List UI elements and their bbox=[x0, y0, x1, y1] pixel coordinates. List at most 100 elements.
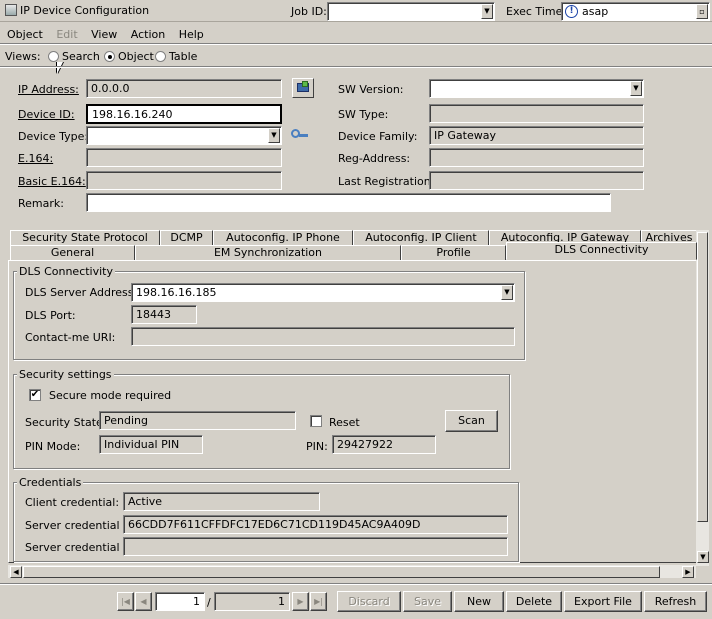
network-device-icon-badge bbox=[302, 81, 308, 87]
device-family-label: Device Family: bbox=[338, 130, 418, 143]
job-id-label: Job ID: bbox=[291, 5, 327, 18]
view-table-label: Table bbox=[169, 50, 198, 63]
exec-time-value: asap bbox=[582, 5, 609, 18]
device-family-field[interactable]: IP Gateway bbox=[429, 126, 644, 145]
device-id-field[interactable]: 198.16.16.240 bbox=[86, 104, 282, 124]
footer-divider bbox=[0, 583, 712, 585]
tab-general[interactable]: General bbox=[10, 245, 135, 261]
views-divider bbox=[0, 66, 712, 68]
scroll-down-icon[interactable]: ▼ bbox=[697, 551, 709, 563]
next-page-icon[interactable]: ▶ bbox=[292, 592, 309, 611]
chevron-down-icon[interactable]: ▼ bbox=[630, 81, 642, 96]
device-type-label: Device Type: bbox=[18, 130, 89, 143]
job-id-combo[interactable]: ▼ bbox=[327, 2, 495, 21]
discard-button[interactable]: Discard bbox=[337, 591, 401, 612]
basic-e164-label: Basic E.164: bbox=[18, 175, 86, 188]
tab-autoconfig-ip-phone[interactable]: Autoconfig. IP Phone bbox=[213, 230, 353, 246]
dls-group-title: DLS Connectivity bbox=[17, 265, 116, 278]
tab-em-synchronization[interactable]: EM Synchronization bbox=[135, 245, 401, 261]
views-label: Views: bbox=[5, 50, 41, 63]
dls-port-field[interactable]: 18443 bbox=[131, 305, 197, 324]
calendar-icon[interactable]: ▫ bbox=[696, 4, 708, 19]
sw-version-label: SW Version: bbox=[338, 83, 404, 96]
refresh-button[interactable]: Refresh bbox=[644, 591, 707, 612]
ip-address-label: IP Address: bbox=[18, 83, 79, 96]
reg-address-label: Reg-Address: bbox=[338, 152, 411, 165]
radio-selected-icon bbox=[104, 51, 115, 62]
last-page-icon[interactable]: ▶| bbox=[310, 592, 327, 611]
ip-address-field[interactable]: 0.0.0.0 bbox=[86, 79, 282, 98]
ping-button[interactable] bbox=[292, 78, 314, 98]
info-icon: ! bbox=[565, 5, 578, 18]
tab-profile[interactable]: Profile bbox=[401, 245, 506, 261]
scroll-left-icon[interactable]: ◀ bbox=[10, 566, 22, 578]
view-table-radio[interactable]: Table bbox=[155, 50, 197, 63]
secure-mode-checkbox[interactable]: ✔ bbox=[29, 389, 41, 401]
credentials-group-title: Credentials bbox=[17, 476, 84, 489]
page-separator: / bbox=[207, 596, 211, 609]
pin-mode-label: PIN Mode: bbox=[25, 440, 81, 453]
page-current-field[interactable]: 1 bbox=[155, 592, 205, 611]
chevron-down-icon[interactable]: ▼ bbox=[481, 4, 493, 19]
exec-time-label: Exec Time: bbox=[506, 5, 567, 18]
radio-icon bbox=[48, 51, 59, 62]
e164-field[interactable] bbox=[86, 148, 282, 167]
chevron-down-icon[interactable]: ▼ bbox=[501, 285, 513, 300]
security-state-field[interactable]: Pending bbox=[99, 411, 296, 430]
reg-address-field[interactable] bbox=[429, 148, 644, 167]
delete-button[interactable]: Delete bbox=[506, 591, 562, 612]
menu-view[interactable]: View bbox=[91, 28, 117, 41]
dls-server-address-value: 198.16.16.185 bbox=[136, 286, 217, 299]
menu-edit[interactable]: Edit bbox=[56, 28, 77, 41]
reset-checkbox[interactable] bbox=[310, 415, 322, 427]
sw-type-field[interactable] bbox=[429, 104, 644, 123]
client-credential-label: Client credential: bbox=[25, 496, 120, 509]
dls-server-address-combo[interactable]: 198.16.16.185 ▼ bbox=[131, 283, 515, 302]
e164-label: E.164: bbox=[18, 152, 54, 165]
view-object-radio[interactable]: Object bbox=[104, 50, 154, 63]
first-page-icon[interactable]: |◀ bbox=[117, 592, 134, 611]
previous-page-icon[interactable]: ◀ bbox=[135, 592, 152, 611]
menu-divider bbox=[0, 43, 712, 45]
app-icon bbox=[5, 4, 17, 16]
server-credential-2-label: Server credential 2: bbox=[25, 541, 134, 554]
device-type-combo[interactable]: ▼ bbox=[86, 126, 282, 145]
menu-object[interactable]: Object bbox=[7, 28, 43, 41]
server-credential-1-field[interactable]: 66CDD7F611CFFDFC17ED6C71CD119D45AC9A409D bbox=[123, 515, 508, 534]
save-button[interactable]: Save bbox=[403, 591, 452, 612]
pin-field[interactable]: 29427922 bbox=[332, 435, 436, 454]
exec-time-field[interactable]: asap ! ▫ bbox=[561, 2, 710, 21]
vertical-scroll-thumb[interactable] bbox=[697, 232, 708, 522]
device-id-label: Device ID: bbox=[18, 108, 75, 121]
server-credential-2-field[interactable] bbox=[123, 537, 508, 556]
tab-dls-connectivity[interactable]: DLS Connectivity bbox=[506, 242, 697, 260]
radio-icon bbox=[155, 51, 166, 62]
horizontal-scroll-thumb[interactable] bbox=[23, 566, 660, 578]
tab-autoconfig-ip-client[interactable]: Autoconfig. IP Client bbox=[353, 230, 489, 246]
contact-uri-field[interactable] bbox=[131, 327, 515, 346]
secure-mode-label: Secure mode required bbox=[49, 389, 172, 402]
key-search-icon[interactable] bbox=[290, 127, 310, 143]
remark-field[interactable] bbox=[86, 193, 611, 212]
menu-help[interactable]: Help bbox=[179, 28, 204, 41]
menu-bar: Object Edit View Action Help bbox=[7, 28, 214, 41]
chevron-down-icon[interactable]: ▼ bbox=[268, 128, 280, 143]
basic-e164-field[interactable] bbox=[86, 171, 282, 190]
pin-mode-field[interactable]: Individual PIN bbox=[99, 435, 203, 454]
pin-label: PIN: bbox=[306, 440, 328, 453]
sw-version-combo[interactable]: ▼ bbox=[429, 79, 644, 98]
scroll-right-icon[interactable]: ▶ bbox=[682, 566, 694, 578]
client-credential-field[interactable]: Active bbox=[123, 492, 320, 511]
dls-server-address-label: DLS Server Address: bbox=[25, 286, 138, 299]
last-registration-field[interactable] bbox=[429, 171, 644, 190]
scan-button[interactable]: Scan bbox=[445, 410, 498, 432]
view-search-radio[interactable]: Search bbox=[48, 50, 100, 63]
tab-security-state-protocol[interactable]: Security State Protocol bbox=[10, 230, 160, 246]
dls-port-label: DLS Port: bbox=[25, 309, 76, 322]
menu-action[interactable]: Action bbox=[131, 28, 165, 41]
last-registration-label: Last Registration: bbox=[338, 175, 435, 188]
new-button[interactable]: New bbox=[454, 591, 504, 612]
contact-uri-label: Contact-me URI: bbox=[25, 331, 116, 344]
export-file-button[interactable]: Export File bbox=[564, 591, 642, 612]
tab-dcmp[interactable]: DCMP bbox=[160, 230, 213, 246]
